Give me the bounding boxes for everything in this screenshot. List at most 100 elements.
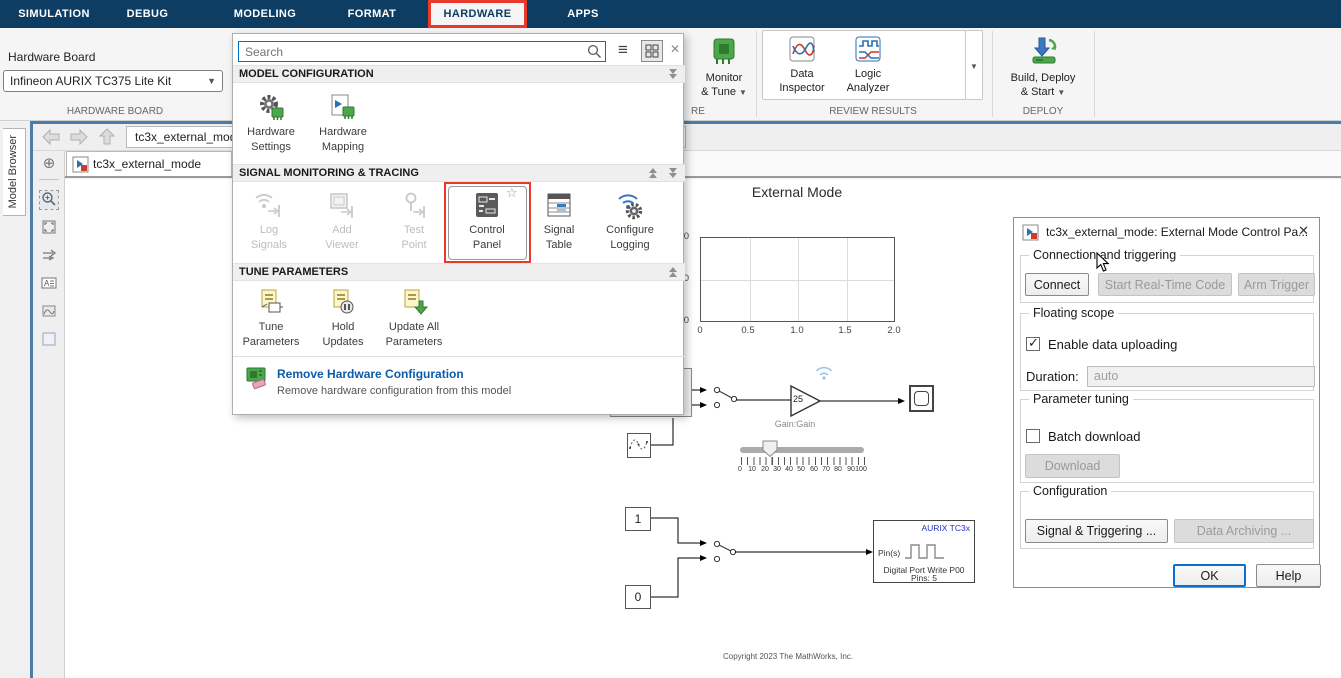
- monitor-tune-icon: [706, 32, 742, 68]
- scope-plot: [700, 237, 895, 322]
- zoom-icon[interactable]: [39, 190, 59, 210]
- aurix-title: AURIX TC3x: [921, 523, 971, 533]
- constant-zero-block[interactable]: 0: [625, 585, 651, 609]
- dialog-title: tc3x_external_mode: External Mode Contro…: [1046, 225, 1309, 239]
- start-real-time-code-button: Start Real-Time Code: [1098, 273, 1232, 296]
- data-archiving-button: Data Archiving ...: [1174, 519, 1314, 543]
- tab-simulation[interactable]: SIMULATION: [10, 0, 98, 28]
- data-inspector-icon: [787, 34, 817, 64]
- group-label: Configuration: [1029, 484, 1112, 498]
- signal-triggering-button[interactable]: Signal & Triggering ...: [1025, 519, 1168, 543]
- favorite-star-icon[interactable]: ☆: [506, 185, 518, 201]
- gallery-item-test-point: Test Point: [377, 190, 451, 253]
- tab-hardware[interactable]: HARDWARE: [428, 0, 527, 28]
- collapse-down-chevron-icon[interactable]: [669, 168, 677, 178]
- image-icon[interactable]: [40, 303, 58, 321]
- group-label: Floating scope: [1029, 306, 1119, 320]
- chevron-down-icon: ▼: [1057, 88, 1066, 97]
- back-button[interactable]: [40, 127, 62, 147]
- section-header-tune-parameters[interactable]: TUNE PARAMETERS: [233, 263, 685, 281]
- up-button[interactable]: [96, 127, 118, 147]
- batch-download-checkbox[interactable]: [1026, 429, 1040, 443]
- gallery-item-tune-parameters[interactable]: Tune Parameters: [234, 287, 308, 350]
- plot-x-tick: 2.0: [887, 325, 901, 336]
- review-results-more-button[interactable]: ▼: [965, 30, 983, 100]
- data-inspector-button[interactable]: Data Inspector: [770, 34, 834, 95]
- chevron-down-icon: ▼: [207, 76, 216, 86]
- scope-block[interactable]: [909, 385, 934, 412]
- search-input[interactable]: [238, 41, 606, 62]
- gallery-item-update-all-parameters[interactable]: Update All Parameters: [377, 287, 451, 350]
- section-header-signal-monitoring[interactable]: SIGNAL MONITORING & TRACING: [233, 164, 685, 182]
- connect-button[interactable]: Connect: [1025, 273, 1089, 296]
- forward-button[interactable]: [68, 127, 90, 147]
- collapse-up-chevron-icon[interactable]: [649, 168, 657, 178]
- build-deploy-button[interactable]: Build, Deploy & Start ▼: [1003, 32, 1083, 100]
- gallery-item-hardware-mapping[interactable]: Hardware Mapping: [306, 92, 380, 155]
- list-view-icon[interactable]: ≡: [618, 40, 628, 60]
- gallery-item-configure-logging[interactable]: Configure Logging: [593, 190, 667, 253]
- editor-toolbar: tc3x_external_mod: [33, 124, 1341, 151]
- svg-text:A: A: [44, 279, 50, 288]
- model-browser-tab[interactable]: Model Browser: [3, 128, 26, 216]
- constant-one-block[interactable]: 1: [625, 507, 651, 531]
- tab-format[interactable]: FORMAT: [333, 0, 411, 28]
- hardware-gallery-popup: ≡ ✕ MODEL CONFIGURATION Hardware Setting…: [232, 33, 685, 415]
- configure-logging-icon: [615, 190, 645, 220]
- help-button[interactable]: Help: [1256, 564, 1321, 587]
- hold-updates-icon: [328, 287, 358, 317]
- log-signals-icon: [254, 190, 284, 220]
- tune-parameters-icon: [256, 287, 286, 317]
- hardware-mapping-icon: [328, 92, 358, 122]
- tab-modeling[interactable]: MODELING: [225, 0, 305, 28]
- fit-to-view-icon[interactable]: [40, 219, 58, 237]
- section-title: TUNE PARAMETERS: [239, 266, 349, 278]
- digital-port-write-block[interactable]: AURIX TC3x Pin(s) Digital Port Write P00…: [873, 520, 975, 583]
- section-header-model-configuration[interactable]: MODEL CONFIGURATION: [233, 65, 685, 83]
- group-label-deploy: DEPLOY: [1022, 106, 1064, 117]
- hardware-settings-icon: [256, 92, 286, 122]
- model-tab[interactable]: tc3x_external_mode: [66, 151, 232, 176]
- collapse-up-chevron-icon[interactable]: [669, 267, 677, 277]
- gallery-item-add-viewer: Add Viewer: [305, 190, 379, 253]
- slider-track[interactable]: [740, 447, 864, 453]
- close-icon[interactable]: ✕: [1298, 223, 1309, 239]
- slider-ruler: [741, 457, 865, 465]
- gallery-item-signal-table[interactable]: Signal Table: [522, 190, 596, 253]
- ok-button[interactable]: OK: [1173, 564, 1246, 587]
- gallery-item-log-signals: Log Signals: [232, 190, 306, 253]
- logic-analyzer-label2: Analyzer: [846, 82, 890, 94]
- signal-lines-icon[interactable]: [40, 247, 58, 265]
- close-icon[interactable]: ✕: [670, 42, 680, 56]
- tab-debug[interactable]: DEBUG: [110, 0, 185, 28]
- control-panel-annotation-box: [444, 182, 531, 263]
- gallery-item-hardware-settings[interactable]: Hardware Settings: [234, 92, 308, 155]
- plot-x-tick: 0.5: [741, 325, 755, 336]
- annotation-icon[interactable]: A: [40, 275, 58, 293]
- collapse-chevron-icon[interactable]: [669, 69, 677, 79]
- logic-analyzer-button[interactable]: Logic Analyzer: [836, 34, 900, 95]
- duration-label: Duration:: [1026, 369, 1079, 384]
- section-title: SIGNAL MONITORING & TRACING: [239, 167, 419, 179]
- hardware-board-label: Hardware Board: [8, 50, 96, 64]
- gallery-item-hold-updates[interactable]: Hold Updates: [306, 287, 380, 350]
- aurix-pin-label: Pin(s): [878, 548, 901, 558]
- area-box-icon[interactable]: [40, 331, 58, 349]
- slider-tick-label: 100: [855, 466, 867, 473]
- toolstrip-tabbar: SIMULATION DEBUG MODELING FORMAT HARDWAR…: [0, 0, 1341, 28]
- model-file-icon: [72, 156, 89, 181]
- monitor-tune-label1: Monitor: [705, 72, 743, 84]
- hide-browser-icon[interactable]: ⊕: [40, 155, 58, 173]
- hardware-board-select[interactable]: Infineon AURIX TC375 Lite Kit ▼: [3, 70, 223, 92]
- remove-hardware-config-link[interactable]: Remove Hardware Configuration: [277, 367, 464, 381]
- tab-apps[interactable]: APPS: [553, 0, 613, 28]
- gain-block-label: Gain:Gain: [774, 419, 816, 429]
- chevron-down-icon: ▼: [739, 88, 747, 97]
- monitor-tune-button[interactable]: Monitor & Tune ▼: [693, 32, 755, 100]
- sine-wave-block[interactable]: [627, 433, 651, 458]
- model-tab-label: tc3x_external_mode: [93, 157, 202, 171]
- monitor-tune-label2: & Tune ▼: [701, 86, 747, 98]
- build-deploy-label1: Build, Deploy: [1010, 72, 1076, 84]
- enable-data-uploading-checkbox[interactable]: [1026, 335, 1040, 351]
- grid-view-icon[interactable]: [641, 40, 663, 62]
